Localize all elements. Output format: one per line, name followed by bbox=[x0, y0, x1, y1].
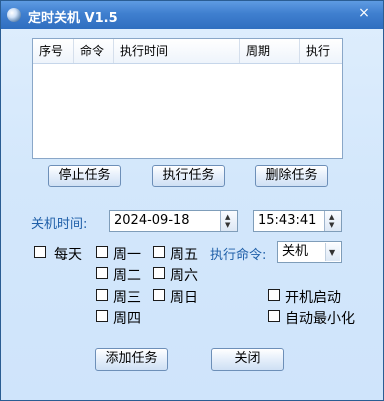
saturday-checkbox[interactable] bbox=[153, 267, 165, 279]
friday-label: 周五 bbox=[170, 247, 198, 263]
startup-checkbox[interactable] bbox=[268, 289, 280, 301]
tuesday-label: 周二 bbox=[113, 268, 141, 284]
time-value: 15:43:41 bbox=[258, 213, 317, 228]
sunday-label: 周日 bbox=[170, 290, 198, 306]
monday-checkbox[interactable] bbox=[96, 246, 108, 258]
time-spinner[interactable]: ▲ ▼ bbox=[324, 211, 341, 231]
column-header-exec[interactable]: 执行 bbox=[300, 39, 342, 63]
startup-label: 开机启动 bbox=[285, 290, 341, 306]
saturday-label: 周六 bbox=[170, 268, 198, 284]
shutdown-time-label: 关机时间: bbox=[31, 217, 88, 232]
spin-down-icon[interactable]: ▼ bbox=[225, 222, 230, 229]
daily-label: 每天 bbox=[54, 247, 82, 263]
column-header-command[interactable]: 命令 bbox=[74, 39, 114, 63]
thursday-label: 周四 bbox=[113, 311, 141, 327]
delete-task-button[interactable]: 删除任务 bbox=[255, 165, 328, 187]
sunday-checkbox[interactable] bbox=[153, 289, 165, 301]
wednesday-checkbox[interactable] bbox=[96, 289, 108, 301]
date-spinner[interactable]: ▲ ▼ bbox=[220, 211, 237, 231]
column-header-index[interactable]: 序号 bbox=[33, 39, 74, 63]
command-select[interactable]: 关机 ▼ bbox=[277, 241, 342, 263]
column-header-period[interactable]: 周期 bbox=[240, 39, 300, 63]
tuesday-checkbox[interactable] bbox=[96, 267, 108, 279]
window-title: 定时关机 V1.5 bbox=[28, 11, 118, 26]
task-list-header: 序号 命令 执行时间 周期 执行 bbox=[33, 39, 342, 64]
auto-minimize-checkbox[interactable] bbox=[268, 310, 280, 322]
monday-label: 周一 bbox=[113, 247, 141, 263]
dropdown-arrow-icon[interactable]: ▼ bbox=[325, 243, 340, 261]
daily-checkbox[interactable] bbox=[34, 246, 46, 258]
date-picker[interactable]: 2024-09-18 ▲ ▼ bbox=[109, 210, 238, 232]
stop-task-button[interactable]: 停止任务 bbox=[48, 165, 121, 187]
wednesday-label: 周三 bbox=[113, 290, 141, 306]
command-label: 执行命令: bbox=[210, 248, 267, 263]
app-window: 定时关机 V1.5 × 序号 命令 执行时间 周期 执行 停止任务 执行任务 删… bbox=[0, 0, 384, 401]
command-value: 关机 bbox=[282, 244, 309, 259]
spin-down-icon[interactable]: ▼ bbox=[329, 222, 334, 229]
auto-minimize-label: 自动最小化 bbox=[285, 311, 355, 327]
spin-up-icon[interactable]: ▲ bbox=[225, 214, 230, 221]
thursday-checkbox[interactable] bbox=[96, 310, 108, 322]
friday-checkbox[interactable] bbox=[153, 246, 165, 258]
window-close-button[interactable]: × bbox=[351, 3, 377, 23]
column-header-exec-time[interactable]: 执行时间 bbox=[114, 39, 240, 63]
spin-up-icon[interactable]: ▲ bbox=[329, 214, 334, 221]
app-icon bbox=[7, 8, 21, 22]
run-task-button[interactable]: 执行任务 bbox=[152, 165, 225, 187]
close-button[interactable]: 关闭 bbox=[211, 348, 284, 371]
task-list[interactable]: 序号 命令 执行时间 周期 执行 bbox=[32, 38, 343, 159]
time-picker[interactable]: 15:43:41 ▲ ▼ bbox=[253, 210, 342, 232]
title-bar[interactable]: 定时关机 V1.5 × bbox=[1, 1, 383, 29]
add-task-button[interactable]: 添加任务 bbox=[95, 348, 168, 371]
date-value: 2024-09-18 bbox=[114, 213, 190, 228]
